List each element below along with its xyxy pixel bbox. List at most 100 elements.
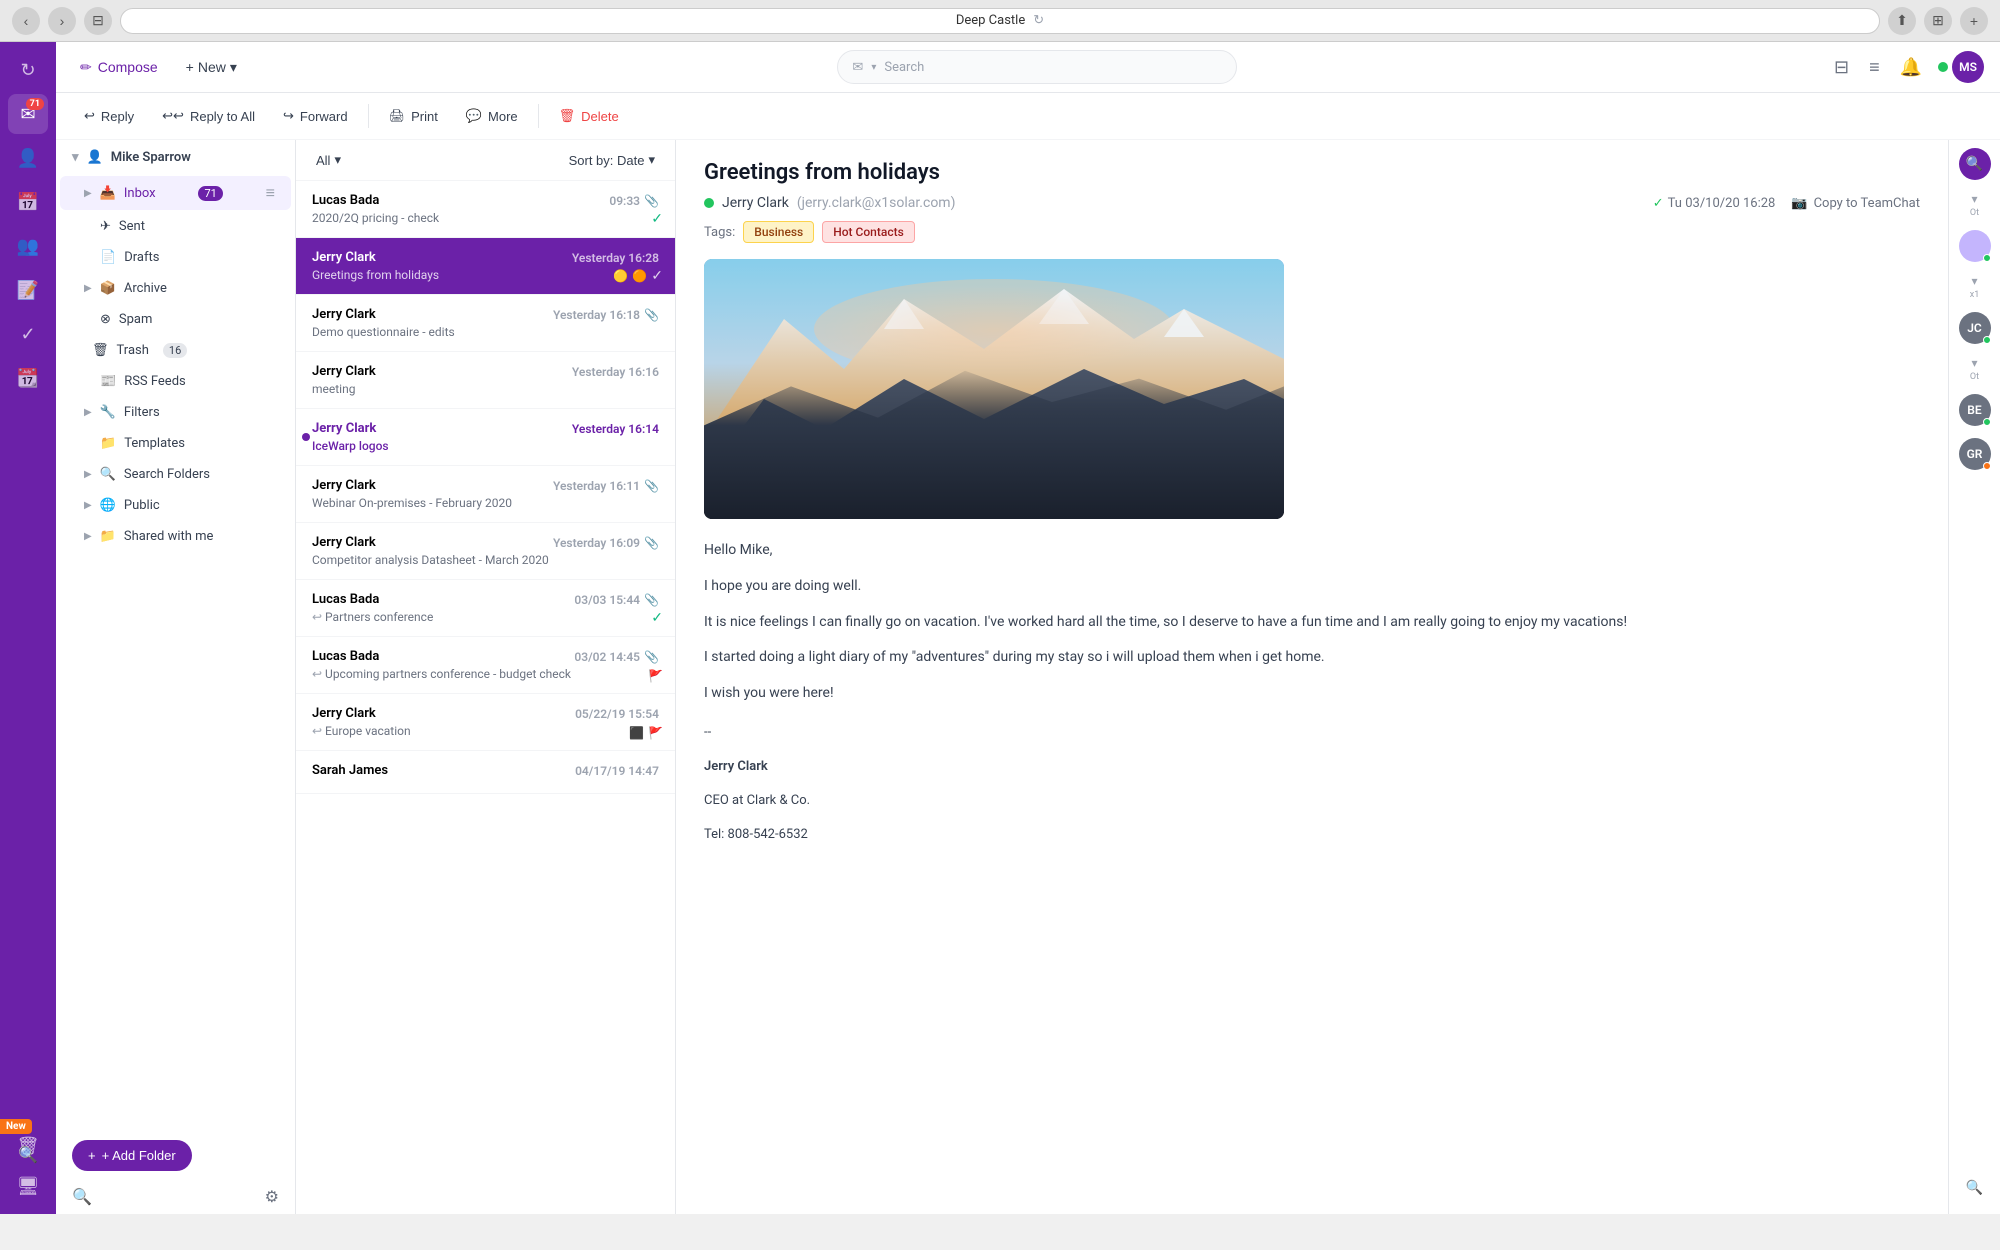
sidebar-item-search-folders[interactable]: ▶ 🔍 Search Folders: [60, 460, 291, 489]
add-folder-button[interactable]: + + Add Folder: [72, 1140, 192, 1171]
inbox-icon: 📥: [100, 186, 116, 201]
sidebar-item-sent[interactable]: ✈ Sent: [60, 212, 291, 241]
sidebar-toggle-btn[interactable]: ⊟: [1830, 53, 1853, 82]
panel-avatar-3[interactable]: BE: [1959, 394, 1991, 426]
email-item-8[interactable]: Lucas Bada 03/03 15:44 📎 ↩ Partners conf…: [296, 580, 675, 637]
email-subject-5: IceWarp logos: [312, 439, 659, 453]
account-icon: 👤: [87, 150, 103, 165]
user-avatar[interactable]: MS: [1952, 51, 1984, 83]
email-icons-11: 04/17/19 14:47: [575, 764, 659, 778]
sidebar-item-inbox[interactable]: ▶ 📥 Inbox 71 ≡: [60, 176, 291, 210]
sidebar-item-public[interactable]: ▶ 🌐 Public: [60, 491, 291, 520]
email-icons-6: Yesterday 16:11 📎: [553, 479, 659, 493]
tasks-rail-icon[interactable]: 👥: [8, 226, 48, 266]
email-item-5[interactable]: Jerry Clark Yesterday 16:14 IceWarp logo…: [296, 409, 675, 466]
reply-arrow: ↩: [312, 667, 325, 681]
url-bar[interactable]: Deep Castle ↻: [120, 8, 1880, 34]
delete-button[interactable]: 🗑 Delete: [547, 101, 631, 131]
copy-team-button[interactable]: 📷 Copy to TeamChat: [1791, 196, 1920, 211]
more-button[interactable]: 💬 More: [454, 101, 530, 131]
search-rail-icon[interactable]: 🔍: [8, 1134, 48, 1174]
calendar-rail-icon[interactable]: 📅: [8, 182, 48, 222]
time: 05/22/19 15:54: [575, 707, 659, 721]
email-status-10: ⬛ 🚩: [629, 726, 663, 740]
sidebar-search-icon[interactable]: 🔍: [72, 1187, 92, 1206]
chevron-down-icon: ▾: [230, 59, 237, 76]
search-folders-icon: 🔍: [100, 467, 116, 482]
clip-icon: 📎: [644, 650, 659, 664]
tag-business[interactable]: Business: [743, 221, 814, 243]
share-button[interactable]: ⬆: [1888, 7, 1916, 35]
sidebar-item-rss[interactable]: 📰 RSS Feeds: [60, 367, 291, 396]
panel-avatar-4[interactable]: GR: [1959, 438, 1991, 470]
compose-button[interactable]: ✏ Compose: [72, 53, 166, 82]
email-item-6[interactable]: Jerry Clark Yesterday 16:11 📎 Webinar On…: [296, 466, 675, 523]
panel-avatar-2[interactable]: JC: [1959, 312, 1991, 344]
cal2-rail-icon[interactable]: 📆: [8, 358, 48, 398]
docs-rail-icon[interactable]: 📝: [8, 270, 48, 310]
drafts-icon: 📄: [100, 250, 116, 265]
refresh-rail-icon[interactable]: ↻: [8, 50, 48, 90]
check-rail-icon[interactable]: ✓: [8, 314, 48, 354]
sidebar-item-filters[interactable]: ▶ 🔧 Filters: [60, 398, 291, 427]
plus-button[interactable]: +: [1960, 7, 1988, 35]
email-sender-8: Lucas Bada 03/03 15:44 📎: [312, 592, 659, 607]
email-item-7[interactable]: Jerry Clark Yesterday 16:09 📎 Competitor…: [296, 523, 675, 580]
sidebar-toggle[interactable]: ⊟: [84, 7, 112, 35]
email-item-1[interactable]: Lucas Bada 09:33 📎 2020/2Q pricing - che…: [296, 181, 675, 238]
email-item-4[interactable]: Jerry Clark Yesterday 16:16 meeting: [296, 352, 675, 409]
sidebar-item-drafts[interactable]: 📄 Drafts: [60, 243, 291, 272]
email-icons-8: 03/03 15:44 📎: [574, 593, 659, 607]
tag-hot-contacts[interactable]: Hot Contacts: [822, 221, 915, 243]
panel-search-icon[interactable]: 🔍: [1959, 148, 1991, 180]
sidebar-item-shared[interactable]: ▶ 📁 Shared with me: [60, 522, 291, 551]
panel-label-ot-1: Ot: [1970, 208, 1979, 218]
contacts-rail-icon[interactable]: 👤: [8, 138, 48, 178]
sidebar-item-templates[interactable]: 📁 Templates: [60, 429, 291, 458]
panel-bottom-search: 🔍: [1957, 1170, 1993, 1206]
email-item-10[interactable]: Jerry Clark 05/22/19 15:54 ↩ Europe vaca…: [296, 694, 675, 751]
mail-rail-icon[interactable]: ✉ 71: [8, 94, 48, 134]
sort-button[interactable]: Sort by: Date ▾: [561, 148, 663, 172]
online-dot: [704, 198, 714, 208]
filter-all-button[interactable]: All ▾: [308, 148, 349, 172]
new-tab-button[interactable]: ⊞: [1924, 7, 1952, 35]
sidebar-settings-icon[interactable]: ⚙: [265, 1187, 279, 1206]
sidebar-item-trash[interactable]: 🗑 Trash 16: [60, 336, 291, 365]
sidebar-item-spam[interactable]: ⊗ Spam: [60, 305, 291, 334]
unread-dot-5: [302, 433, 310, 441]
refresh-icon: ↻: [1033, 13, 1044, 28]
email-item-3[interactable]: Jerry Clark Yesterday 16:18 📎 Demo quest…: [296, 295, 675, 352]
shared-label: Shared with me: [124, 529, 214, 544]
reply-all-button[interactable]: ↩↩ Reply to All: [150, 101, 267, 131]
trash-label: Trash: [117, 343, 149, 358]
print-button[interactable]: 🖨 Print: [377, 101, 450, 131]
search-dropdown-icon: ▾: [871, 62, 876, 73]
email-item-2[interactable]: Jerry Clark Yesterday 16:28 Greetings fr…: [296, 238, 675, 295]
add-folder-label: + Add Folder: [102, 1148, 176, 1163]
back-button[interactable]: ‹: [12, 7, 40, 35]
email-item-9[interactable]: Lucas Bada 03/02 14:45 📎 ↩ Upcoming part…: [296, 637, 675, 694]
filter-icon-btn[interactable]: ≡: [1865, 53, 1884, 82]
sidebar-item-archive[interactable]: ▶ 📦 Archive: [60, 274, 291, 303]
panel-group-2: ▾ x1: [1970, 274, 1980, 300]
bell-icon-btn[interactable]: 🔔: [1896, 53, 1926, 82]
print-label: Print: [411, 109, 438, 124]
inbox-menu-icon[interactable]: ≡: [266, 183, 275, 203]
expand-icon: ▶: [84, 407, 92, 418]
shared-icon: 📁: [100, 529, 116, 544]
forward-button[interactable]: ›: [48, 7, 76, 35]
search-bar[interactable]: ✉ ▾ Search: [837, 50, 1237, 84]
email-item-11[interactable]: Sarah James 04/17/19 14:47: [296, 751, 675, 794]
app-container: ↻ ✉ 71 👤 📅 👥 📝 ✓ 📆 🗑 🖥 New 🔍 ✏ Compose: [0, 42, 2000, 1214]
search-folders-label: Search Folders: [124, 467, 210, 482]
reply-button[interactable]: ↩ Reply: [72, 101, 146, 131]
tags-label: Tags:: [704, 225, 735, 240]
new-button[interactable]: + New ▾: [178, 53, 245, 82]
panel-avatar-1[interactable]: [1959, 230, 1991, 262]
sender-name: Sarah James: [312, 763, 388, 778]
forward-button[interactable]: ↪ Forward: [271, 101, 360, 131]
panel-bottom-search-icon[interactable]: 🔍: [1957, 1170, 1993, 1206]
search-placeholder: Search: [884, 60, 924, 75]
sidebar-account: ▾ 👤 Mike Sparrow: [56, 140, 295, 175]
